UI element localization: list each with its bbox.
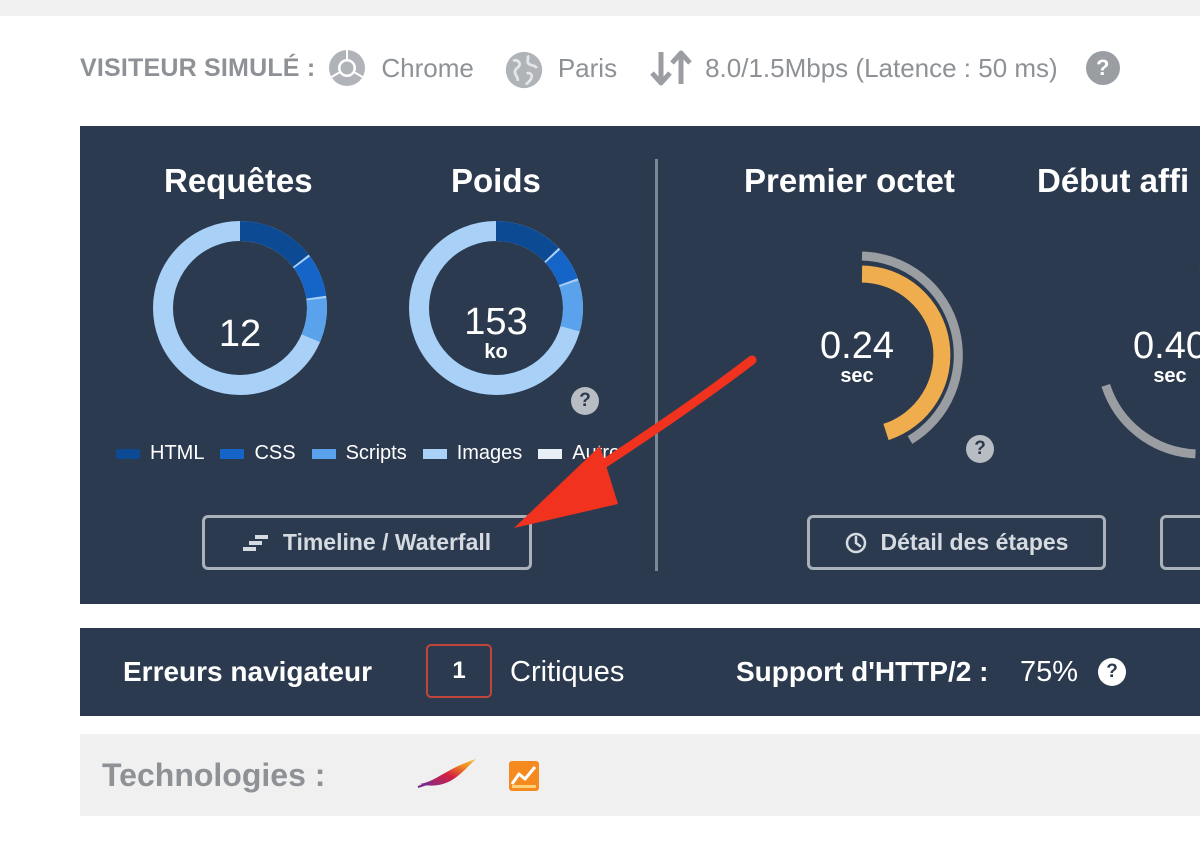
first-byte-title: Premier octet bbox=[744, 162, 955, 199]
legend-item-scripts: Scripts bbox=[311, 442, 407, 465]
panel-divider bbox=[655, 159, 658, 571]
http2-support-label: Support d'HTTP/2 : bbox=[736, 656, 989, 687]
browser-errors-bar: Erreurs navigateur 1 Critiques Support d… bbox=[80, 628, 1200, 716]
location-name: Paris bbox=[557, 52, 618, 83]
waterfall-icon bbox=[242, 534, 269, 552]
resource-legend: HTML CSS Scripts Images Autre bbox=[116, 442, 636, 465]
html-swatch bbox=[116, 448, 140, 459]
http2-help-icon[interactable]: ? bbox=[1098, 658, 1126, 686]
help-icon[interactable]: ? bbox=[1085, 51, 1120, 85]
visitor-label: VISITEUR SIMULÉ : bbox=[80, 53, 316, 82]
start-render-value: 0.40 sec bbox=[1133, 325, 1200, 387]
http2-support-value: 75% bbox=[1020, 655, 1079, 688]
weight-help-icon[interactable]: ? bbox=[571, 387, 599, 415]
scripts-swatch bbox=[311, 448, 336, 459]
timeline-button-label: Timeline / Waterfall bbox=[282, 529, 492, 555]
step-details-button[interactable]: Détail des étapes bbox=[807, 515, 1106, 570]
first-byte-help-icon[interactable]: ? bbox=[966, 435, 994, 463]
apache-feather-icon[interactable] bbox=[416, 756, 478, 795]
browser-name: Chrome bbox=[381, 52, 474, 83]
requests-count: 12 bbox=[218, 313, 262, 355]
legend-item-html: HTML bbox=[116, 442, 204, 465]
globe-icon bbox=[504, 48, 544, 89]
up-down-arrows-icon bbox=[647, 48, 695, 88]
legend-item-css: CSS bbox=[220, 442, 296, 465]
analytics-chart-icon[interactable] bbox=[508, 760, 540, 797]
timeline-waterfall-button[interactable]: Timeline / Waterfall bbox=[202, 515, 532, 570]
legend-item-images: Images bbox=[422, 442, 522, 465]
requests-title: Requêtes bbox=[164, 162, 313, 199]
other-swatch bbox=[538, 448, 563, 459]
clock-icon bbox=[845, 532, 867, 554]
critical-label: Critiques bbox=[510, 655, 625, 688]
step-details-label: Détail des étapes bbox=[880, 529, 1069, 555]
first-byte-value: 0.24 sec bbox=[820, 325, 894, 387]
browser-errors-title: Erreurs navigateur bbox=[123, 656, 372, 687]
connection-profile: 8.0/1.5Mbps (Latence : 50 ms) bbox=[705, 52, 1058, 83]
weight-value: 153 ko bbox=[464, 301, 528, 363]
more-button[interactable] bbox=[1160, 515, 1200, 570]
error-count-badge[interactable]: 1 bbox=[426, 644, 492, 698]
simulated-visitor-bar: VISITEUR SIMULÉ : Chrome Paris 8.0/1.5Mb… bbox=[80, 40, 1120, 96]
weight-title: Poids bbox=[451, 162, 541, 199]
metrics-panel: Requêtes 12 Poids 153 ko ? HTML CSS Scri… bbox=[80, 126, 1200, 604]
top-strip bbox=[0, 0, 1200, 16]
chrome-icon bbox=[327, 48, 367, 88]
images-swatch bbox=[422, 448, 447, 459]
legend-item-other: Autre bbox=[538, 442, 620, 465]
start-render-title: Début affi bbox=[1037, 162, 1190, 199]
css-swatch bbox=[220, 448, 245, 459]
technologies-bar: Technologies : bbox=[80, 734, 1200, 816]
technologies-label: Technologies : bbox=[102, 756, 326, 793]
requests-donut-chart bbox=[153, 221, 327, 395]
